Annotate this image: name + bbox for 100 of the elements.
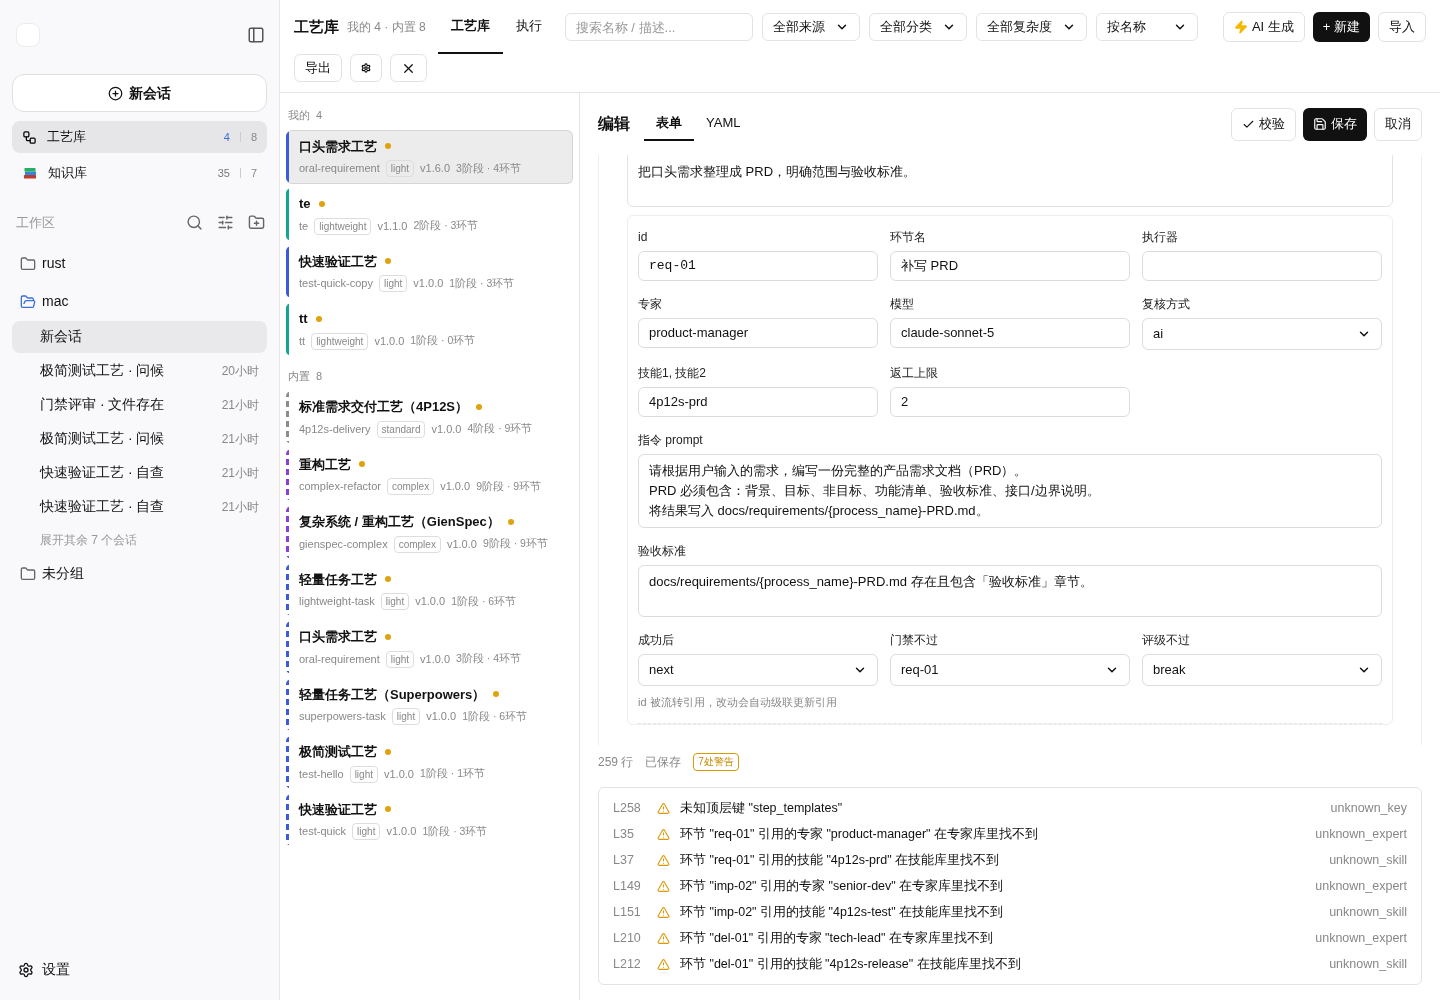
stats-text: 4阶段 · 9环节 [467,421,533,437]
process-item[interactable]: tt tt lightweight v1.0.0 1阶段 · 0环节 [286,302,573,357]
warning-badge: 7处警告 [693,753,739,771]
ai-generate-button[interactable]: AI 生成 [1222,12,1305,42]
select-field[interactable]: break [1142,654,1382,686]
text-line: PRD 必须包含：背景、目标、非目标、功能清单、验收标准、接口/边界说明。 [649,482,1101,500]
complexity-tag: lightweight [314,217,372,235]
process-item[interactable]: 轻量任务工艺 lightweight-task light v1.0.0 1阶段 · 6环节 [286,562,573,617]
select-field[interactable]: next [638,654,878,686]
header-tab[interactable]: 执行 [502,0,555,54]
text-field[interactable]: 4p12s-prd [638,387,878,417]
process-item[interactable]: 快速验证工艺 test-quick-copy light v1.0.0 1阶段 · 3环节 [286,244,573,299]
session-item[interactable]: 快速验证工艺 · 自查 21小时 [12,456,267,489]
complexity-tag: light [380,593,410,610]
stats-text: 1阶段 · 3环节 [422,823,488,839]
process-item[interactable]: 标准需求交付工艺（4P12S） 4p12s-delivery standard v1.0.0 4阶段 · 9环节 [286,390,573,445]
settings-button[interactable] [350,54,382,82]
workflow-icon [22,129,37,145]
new-folder-icon[interactable] [248,214,265,232]
new-button[interactable]: + 新建 [1312,12,1370,42]
stats-text: 1阶段 · 0环节 [410,333,476,349]
process-item[interactable]: 快速验证工艺 test-quick light v1.0.0 1阶段 · 3环节 [286,792,573,847]
warning-icon [657,853,670,867]
process-item[interactable]: 极简测试工艺 test-hello light v1.0.0 1阶段 · 1环节 [286,735,573,790]
filter-dropdown[interactable]: 按名称 [1095,13,1198,41]
folder-item[interactable]: 未分组 [12,554,267,593]
filter-dropdown[interactable]: 全部来源 [761,13,860,41]
header-tab[interactable]: 工艺库 [437,0,503,54]
warning-message: 环节 "imp-02" 引用的专家 "senior-dev" 在专家库里找不到 [680,877,1005,895]
nav-item[interactable]: 工艺库 4 8 [12,121,267,153]
complexity-tag: light [349,765,378,783]
description-field[interactable]: 把口头需求整理成 PRD，明确范围与验收标准。 [627,155,1393,207]
group-label: 我的 [288,108,310,123]
filter-dropdown[interactable]: 全部复杂度 [975,13,1087,41]
session-item[interactable]: 门禁评审 · 文件存在 21小时 [12,388,267,421]
line-number: L35 [613,825,635,843]
select-field[interactable]: ai [1142,318,1382,350]
text-field[interactable]: 补写 PRD [890,251,1130,281]
text-area[interactable]: docs/requirements/{process_name}-PRD.md 存在且包含「验收标准」章节。 [638,565,1382,617]
field-label: 复核方式 [1142,296,1191,313]
folder-icon [20,293,36,310]
version-text: v1.0.0 [374,333,405,349]
text-field[interactable]: product-manager [638,318,878,348]
session-item[interactable]: 快速验证工艺 · 自查 21小时 [12,490,267,523]
text-field[interactable]: claude-sonnet-5 [890,318,1130,348]
search-icon[interactable] [186,214,203,232]
export-button[interactable]: 导出 [294,54,342,82]
filter-dropdown[interactable]: 全部分类 [868,13,967,41]
process-item[interactable]: 重构工艺 complex-refactor complex v1.0.0 9阶段 · 9环节 [286,447,573,502]
complexity-tag: light [379,275,408,292]
process-slug: te [299,218,309,234]
close-button[interactable] [390,54,427,82]
line-number: L149 [613,877,642,895]
process-item[interactable]: 口头需求工艺 oral-requirement light v1.6.0 3阶段 · 4环节 [286,129,573,184]
editor-tab[interactable]: YAML [694,107,753,141]
process-item[interactable]: te te lightweight v1.1.0 2阶段 · 3环节 [286,187,573,242]
group-count: 4 [316,108,323,123]
version-text: v1.0.0 [384,766,414,782]
session-item[interactable]: 极简测试工艺 · 问候 21小时 [12,422,267,455]
field-label: 执行器 [1142,229,1179,246]
folder-icon [20,255,36,272]
stats-text: 1阶段 · 6环节 [462,708,528,724]
text-area[interactable]: 请根据用户输入的需求，编写一份完整的产品需求文档（PRD）。 PRD 必须包含：背景、目标、非目标、功能清单、验收标准、接口/边界说明。 将结果写入 docs/requirements/{process_name}-PRD.md。 [638,454,1382,528]
process-title: 快速验证工艺 [299,252,377,271]
lightning-icon [1233,20,1248,34]
validate-button[interactable]: 校验 [1231,107,1296,141]
folder-item[interactable]: mac [12,282,267,321]
text-field[interactable]: 2 [890,387,1130,417]
editor-tab[interactable]: 表单 [644,107,694,141]
version-text: v1.0.0 [426,709,457,725]
process-title: tt [299,310,308,328]
search-field[interactable]: 搜索名称 / 描述... [564,13,753,41]
process-title: 快速验证工艺 [299,800,377,819]
stats-text: 1阶段 · 6环节 [451,593,517,609]
version-text: v1.0.0 [440,479,471,495]
new-session-button[interactable]: 新会话 [12,74,267,112]
select-field[interactable]: req-01 [890,654,1130,686]
text-field[interactable]: req-01 [638,251,878,281]
process-item[interactable]: 轻量任务工艺（Superpowers） superpowers-task light v1.0.0 1阶段 · 6环节 [286,677,573,732]
session-item[interactable]: 极简测试工艺 · 问候 20小时 [12,354,267,387]
filter-icon[interactable] [217,214,234,232]
process-item[interactable]: 复杂系统 / 重构工艺（GienSpec） gienspec-complex complex v1.0.0 9阶段 · 9环节 [286,505,573,560]
process-item[interactable]: 口头需求工艺 oral-requirement light v1.0.0 3阶段 · 4环节 [286,620,573,675]
field-label: 专家 [638,296,663,313]
nav-item[interactable]: 知识库 35 7 [12,157,267,189]
session-item[interactable]: 新会话 [12,320,267,353]
settings-icon [18,961,34,978]
process-slug: test-hello [299,766,344,782]
version-text: v1.0.0 [415,594,446,610]
import-button[interactable]: 导入 [1378,12,1426,42]
process-slug: gienspec-complex [299,536,388,552]
folder-item[interactable]: rust [12,244,267,283]
field-label: 技能1, 技能2 [638,365,707,382]
save-button[interactable]: 保存 [1303,107,1367,141]
field-label: 模型 [890,296,915,313]
settings-item[interactable]: 设置 [12,959,267,980]
sidebar-toggle-icon[interactable] [247,26,265,44]
text-field[interactable] [1142,251,1382,281]
stats-text: 9阶段 · 9环节 [482,536,548,552]
cancel-button[interactable]: 取消 [1374,107,1422,141]
